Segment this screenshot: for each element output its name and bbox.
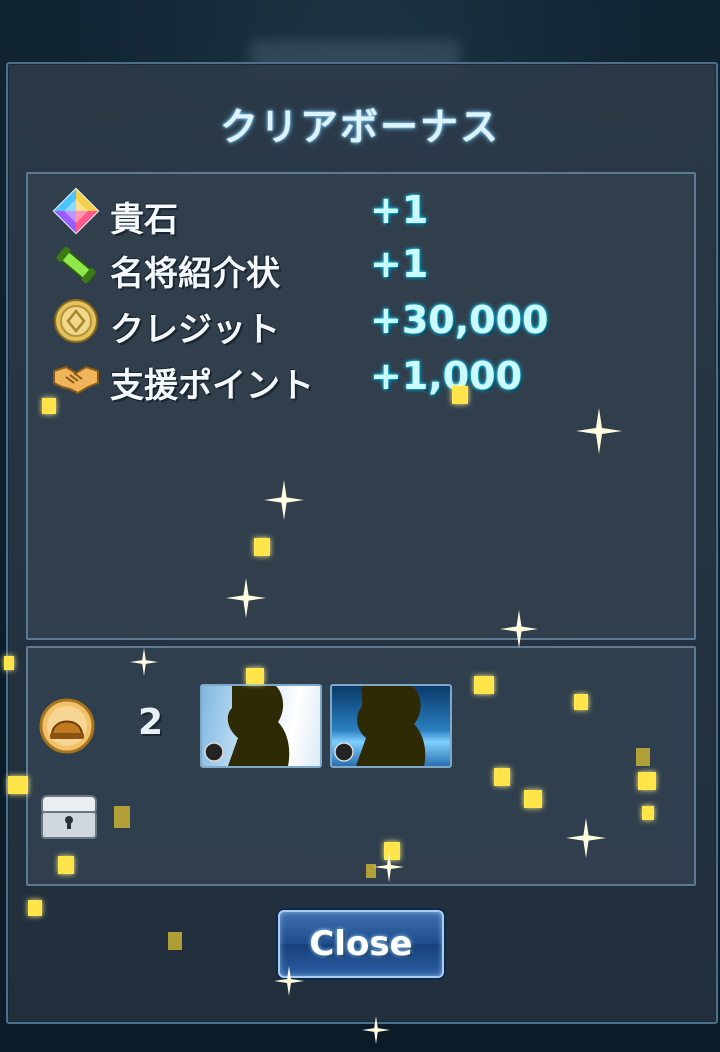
sparkle <box>58 856 74 874</box>
sparkle <box>636 748 650 766</box>
sparkle <box>574 694 588 710</box>
sparkle <box>524 790 542 808</box>
twinkle-star <box>226 578 266 618</box>
dialog-title: クリアボーナス <box>219 105 500 149</box>
sparkle <box>246 668 264 684</box>
handshake-icon <box>52 353 100 401</box>
sparkle <box>168 932 182 950</box>
sparkle <box>114 806 130 828</box>
bonus-row-credit: クレジット +30,000 <box>52 296 548 350</box>
sparkle <box>42 398 56 414</box>
helmet-icon <box>38 697 96 755</box>
twinkle-star <box>500 610 538 648</box>
locked-chest-icon <box>40 792 98 840</box>
scroll-icon <box>52 241 100 289</box>
twinkle-star <box>130 648 158 676</box>
sparkle <box>4 656 14 670</box>
sparkle <box>452 386 468 404</box>
sparkle <box>474 676 494 694</box>
gem-icon <box>52 187 100 235</box>
bonus-value: +1 <box>370 188 429 232</box>
bonus-row-letter: 名将紹介状 +1 <box>52 240 428 294</box>
twinkle-star <box>274 966 304 996</box>
sparkle <box>28 900 42 916</box>
bonus-value: +30,000 <box>370 298 549 342</box>
character-card-silhouette[interactable] <box>200 684 322 768</box>
twinkle-star <box>362 1016 390 1044</box>
twinkle-star <box>566 818 606 858</box>
character-card-silhouette[interactable] <box>330 684 452 768</box>
bonus-label: 名将紹介状 <box>110 254 280 294</box>
bonus-label: 支援ポイント <box>110 366 314 406</box>
twinkle-star <box>576 408 622 454</box>
bonus-row-gem: 貴石 +1 <box>52 186 428 240</box>
twinkle-star <box>374 852 404 882</box>
bonus-value: +1 <box>370 242 429 286</box>
sparkle <box>8 776 28 794</box>
credit-coin-icon <box>52 297 100 345</box>
sparkle <box>254 538 270 556</box>
reward-count: 2 <box>138 702 164 743</box>
sparkle <box>642 806 654 820</box>
bonus-label: クレジット <box>110 310 280 350</box>
bonus-row-support: 支援ポイント +1,000 <box>52 352 522 406</box>
sparkle <box>494 768 510 786</box>
bonus-label: 貴石 <box>110 200 178 240</box>
twinkle-star <box>264 480 304 520</box>
bonus-value: +1,000 <box>370 354 523 398</box>
sparkle <box>638 772 656 790</box>
